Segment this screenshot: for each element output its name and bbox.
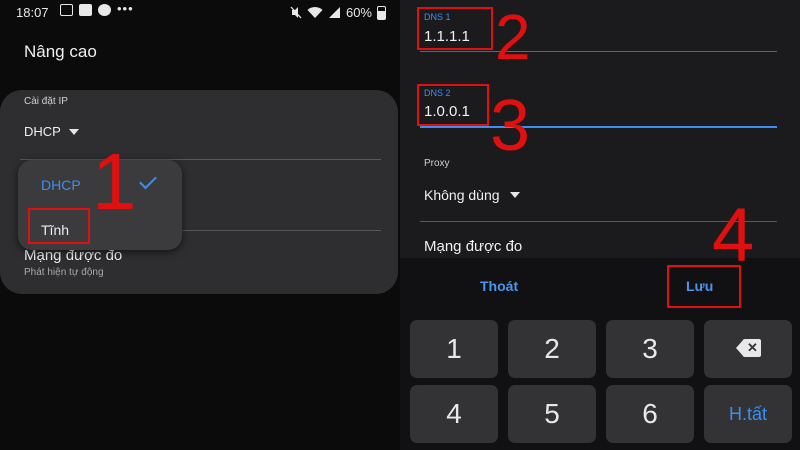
- highlight-box-static: [28, 208, 90, 244]
- right-screen: DNS 1 1.1.1.1 2 DNS 2 1.0.0.1 3 Proxy Kh…: [400, 0, 800, 450]
- signal-icon: [328, 7, 340, 18]
- key-4[interactable]: 4: [410, 385, 498, 443]
- ip-setting-select[interactable]: DHCP: [24, 124, 79, 139]
- status-bar: 18:07 ••• 60%: [0, 0, 400, 26]
- annotation-number: 4: [712, 193, 755, 278]
- backspace-key[interactable]: ✕: [704, 320, 792, 378]
- ip-setting-label: Cài đặt IP: [24, 96, 68, 107]
- dropdown-caret-icon: [68, 128, 79, 135]
- key-5[interactable]: 5: [508, 385, 596, 443]
- more-dots-icon: •••: [117, 1, 134, 16]
- ip-setting-value: DHCP: [24, 124, 61, 139]
- highlight-box-dns2: [417, 84, 489, 126]
- cancel-button[interactable]: Thoát: [480, 278, 518, 294]
- proxy-value: Không dùng: [424, 187, 500, 203]
- dns1-underline: [420, 51, 777, 52]
- wifi-icon: [307, 7, 323, 19]
- key-2[interactable]: 2: [508, 320, 596, 378]
- proxy-select[interactable]: Không dùng: [424, 187, 520, 203]
- status-time: 18:07: [16, 5, 49, 20]
- backspace-icon: ✕: [736, 339, 761, 357]
- mute-icon: [290, 6, 302, 19]
- highlight-box-dns1: [417, 7, 493, 50]
- messenger-icon: [98, 4, 111, 16]
- battery-percent: 60%: [345, 5, 372, 20]
- done-key[interactable]: H.tất: [704, 385, 792, 443]
- dns2-underline: [420, 126, 777, 128]
- image-icon: [60, 4, 73, 16]
- annotation-number: 2: [495, 1, 531, 73]
- key-6[interactable]: 6: [606, 385, 694, 443]
- left-screen: 18:07 ••• 60% Nâng cao Cài đặt IP DHCP M…: [0, 0, 400, 450]
- dropdown-caret-icon: [509, 192, 520, 198]
- notification-icon: [79, 4, 92, 16]
- annotation-number: 3: [490, 86, 531, 166]
- proxy-label: Proxy: [424, 158, 450, 169]
- metered-network-subtitle: Phát hiện tự động: [24, 267, 104, 278]
- page-title: Nâng cao: [24, 42, 97, 61]
- metered-network-title[interactable]: Mạng được đo: [424, 238, 522, 255]
- key-1[interactable]: 1: [410, 320, 498, 378]
- battery-icon: [377, 5, 386, 20]
- key-3[interactable]: 3: [606, 320, 694, 378]
- divider: [182, 230, 381, 231]
- check-icon: [139, 171, 157, 190]
- annotation-number: 1: [92, 137, 137, 226]
- option-dhcp[interactable]: DHCP: [41, 177, 81, 193]
